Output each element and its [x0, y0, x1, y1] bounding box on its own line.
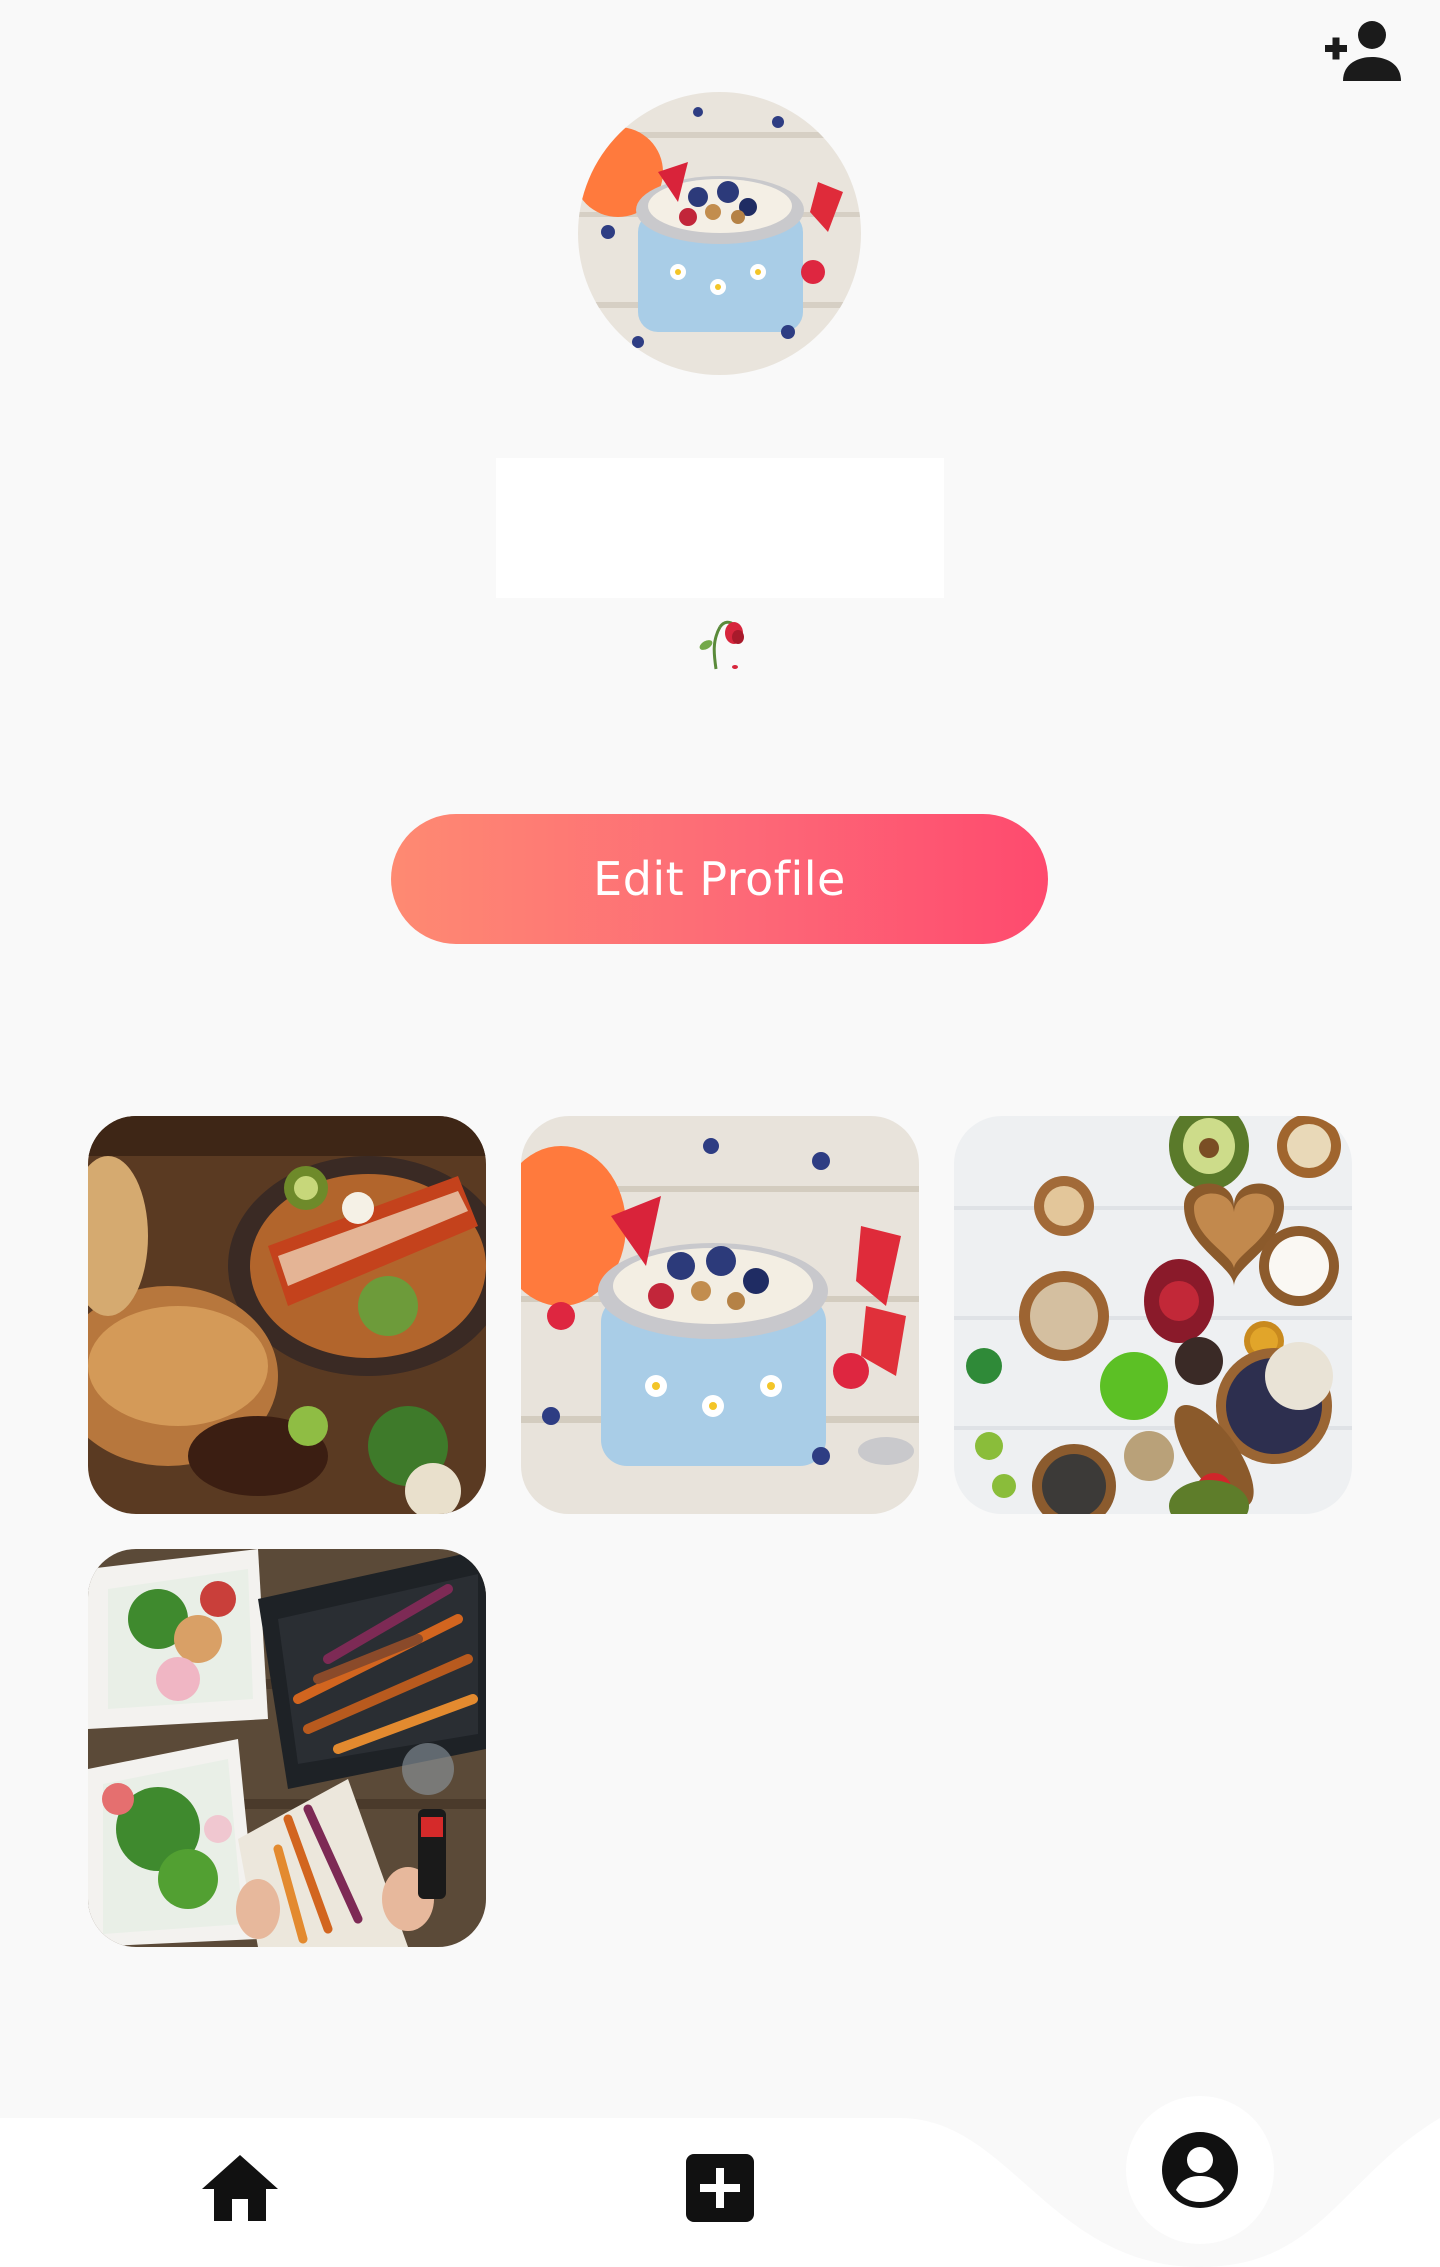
- wilted-flower-icon: [699, 620, 744, 670]
- profile-name-field: [496, 458, 944, 598]
- post-image-roasted-carrots: [88, 1549, 486, 1947]
- person-add-icon: [1325, 21, 1401, 81]
- profile-bio: [620, 606, 820, 676]
- post-image-yogurt-bowl: [521, 1116, 919, 1514]
- add-post-icon: [686, 2154, 754, 2222]
- post-image-nuts-seeds: [954, 1116, 1352, 1514]
- post-tile-4[interactable]: [88, 1549, 486, 1947]
- post-tile-1[interactable]: [88, 1116, 486, 1514]
- post-tile-3[interactable]: [954, 1116, 1352, 1514]
- nav-profile-button[interactable]: [1126, 2096, 1274, 2244]
- nav-home-button[interactable]: [190, 2138, 290, 2238]
- nav-add-post-button[interactable]: [670, 2138, 770, 2238]
- profile-photo: [578, 92, 861, 375]
- edit-profile-button[interactable]: Edit Profile: [391, 814, 1048, 944]
- home-icon: [202, 2155, 278, 2221]
- account-circle-icon: [1162, 2132, 1238, 2208]
- add-user-button[interactable]: [1316, 14, 1412, 86]
- post-image-enchiladas: [88, 1116, 486, 1514]
- post-tile-2[interactable]: [521, 1116, 919, 1514]
- profile-avatar[interactable]: [578, 92, 861, 375]
